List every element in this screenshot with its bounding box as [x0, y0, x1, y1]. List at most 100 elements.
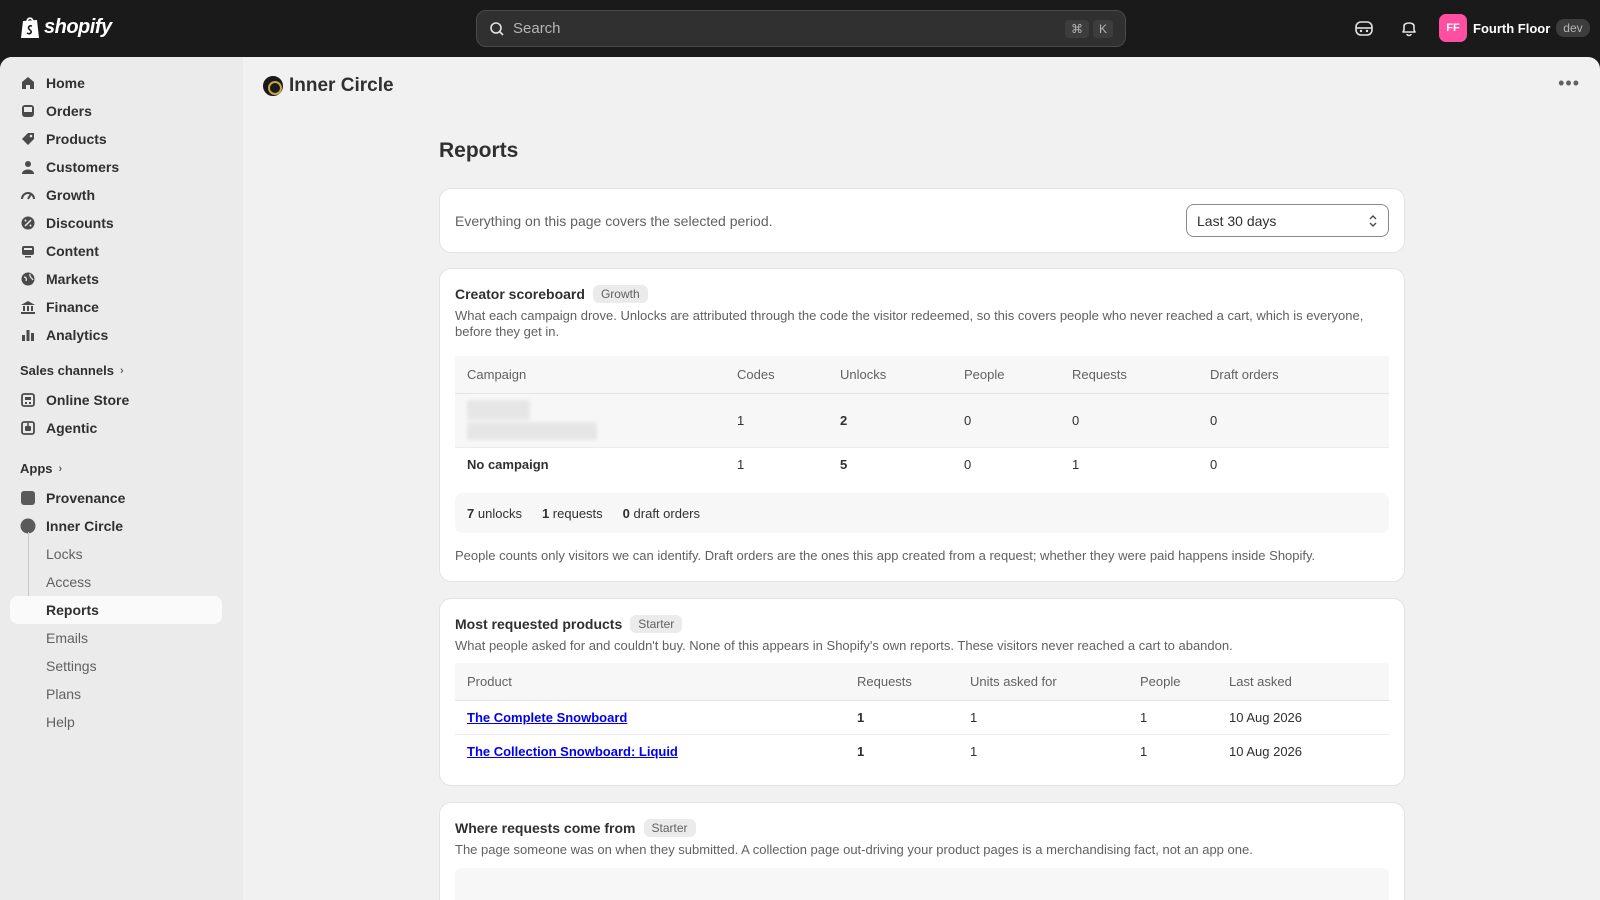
store-icon	[21, 393, 35, 407]
chevron-right-icon: ›	[58, 462, 63, 475]
sidebar-item-label: Content	[46, 243, 99, 259]
sidebar-item-markets[interactable]: Markets	[10, 265, 222, 293]
shortcut-k: K	[1092, 19, 1113, 38]
plan-tag: Starter	[643, 819, 696, 837]
dev-badge: dev	[1556, 19, 1590, 37]
codes-cell: 1	[725, 393, 828, 448]
sources-description: The page someone was on when they submit…	[455, 842, 1253, 857]
person-icon	[22, 161, 34, 174]
campaign-cell: No campaign	[467, 457, 549, 473]
requested-title: Most requested products	[455, 616, 623, 632]
codes-cell: 1	[737, 457, 745, 473]
sidebar-sub-settings[interactable]: Settings	[46, 652, 97, 680]
sources-title: Where requests come from	[455, 820, 636, 836]
discount-icon	[21, 216, 35, 230]
col-last-asked: Last asked	[1217, 663, 1389, 701]
sidebar-item-home[interactable]: Home	[10, 69, 222, 97]
app-title: Inner Circle	[289, 75, 394, 96]
select-arrows-icon	[1369, 215, 1377, 227]
sidebar-item-label: Agentic	[46, 420, 98, 436]
apps-header[interactable]: Apps ›	[20, 461, 62, 476]
product-link[interactable]: The Complete Snowboard	[467, 710, 627, 725]
requests-cell: 1	[845, 700, 958, 735]
sidebar-item-products[interactable]: Products	[10, 125, 222, 153]
apps-label: Apps	[20, 461, 53, 476]
sidebar-item-label: Customers	[46, 159, 120, 175]
bar-chart-icon	[22, 330, 34, 341]
sidebar-sub-access[interactable]: Access	[46, 568, 91, 596]
search-bar[interactable]: Search ⌘ K	[476, 10, 1126, 47]
scoreboard-title-row: Creator scoreboard Growth	[455, 285, 648, 303]
col-requests: Requests	[1060, 356, 1198, 394]
shortcut-cmd: ⌘	[1064, 19, 1089, 38]
sidebar-item-orders[interactable]: Orders	[10, 97, 222, 125]
sidebar-item-provenance[interactable]: Provenance	[10, 484, 222, 512]
total-drafts-number: 0	[622, 505, 630, 521]
drafts-cell: 0	[1198, 393, 1389, 448]
content-icon	[22, 246, 34, 258]
scoreboard-title: Creator scoreboard	[455, 286, 585, 302]
product-cell: The Complete Snowboard	[455, 700, 845, 735]
tag-icon	[22, 133, 34, 145]
inner-circle-logo-icon	[263, 76, 283, 96]
col-units: Units asked for	[958, 663, 1128, 701]
sidebar-item-customers[interactable]: Customers	[10, 153, 222, 181]
main-content: Inner Circle ••• Reports Everything on t…	[243, 57, 1600, 900]
sidebar-sub-locks[interactable]: Locks	[46, 540, 83, 568]
sidebar-item-label: Orders	[46, 103, 92, 119]
sidebar-item-online-store[interactable]: Online Store	[10, 386, 222, 414]
home-icon	[22, 77, 34, 89]
chevron-right-icon: ›	[119, 364, 124, 377]
plan-tag: Starter	[630, 615, 683, 633]
sidekick-icon[interactable]	[1353, 17, 1375, 39]
sources-title-row: Where requests come from Starter	[455, 819, 696, 837]
table-row[interactable]: 1 2 0 0 0	[455, 393, 1389, 448]
col-people: People	[952, 356, 1060, 394]
bank-icon	[21, 301, 35, 314]
gauge-icon	[21, 192, 35, 200]
sidebar-item-inner-circle[interactable]: Inner Circle	[10, 512, 222, 540]
people-cell: 1	[1128, 700, 1217, 735]
sidebar-sub-plans[interactable]: Plans	[46, 680, 81, 708]
sidebar: Home Orders Products Customers Growth Di…	[0, 57, 243, 900]
table-row[interactable]: No campaign 1 5 0 1 0	[455, 447, 1389, 482]
total-drafts: 0 draft orders	[623, 506, 700, 521]
col-draft-orders: Draft orders	[1198, 356, 1389, 394]
sidebar-item-growth[interactable]: Growth	[10, 181, 222, 209]
period-description: Everything on this page covers the selec…	[455, 213, 773, 229]
product-link[interactable]: The Collection Snowboard: Liquid	[467, 744, 678, 759]
people-cell: 0	[964, 457, 972, 473]
sidebar-item-label: Markets	[46, 271, 99, 287]
sidebar-item-analytics[interactable]: Analytics	[10, 321, 222, 349]
requested-title-row: Most requested products Starter	[455, 615, 683, 633]
sidebar-item-content[interactable]: Content	[10, 237, 222, 265]
scoreboard-table: Campaign Codes Unlocks People Requests D…	[455, 356, 1389, 482]
sources-table-header	[455, 868, 1389, 900]
account-menu[interactable]: FF Fourth Floor dev	[1439, 14, 1590, 42]
requested-description: What people asked for and couldn't buy. …	[455, 638, 1233, 653]
sidebar-sub-reports[interactable]: Reports	[10, 596, 222, 624]
sidebar-item-agentic[interactable]: Agentic	[10, 414, 222, 442]
total-unlocks: 7 unlocks	[467, 506, 522, 521]
sidebar-item-label: Analytics	[46, 327, 109, 343]
total-unlocks-label: unlocks	[477, 505, 522, 521]
sidebar-item-label: Discounts	[46, 215, 114, 231]
period-select[interactable]: Last 30 days	[1186, 204, 1389, 237]
period-selected-value: Last 30 days	[1197, 212, 1277, 229]
shopify-logo[interactable]: shopify	[20, 15, 112, 39]
total-requests: 1 requests	[542, 506, 603, 521]
globe-icon	[21, 272, 35, 286]
search-input[interactable]: Search	[513, 20, 1061, 37]
more-actions-button[interactable]: •••	[1558, 73, 1580, 94]
requests-cell: 0	[1060, 393, 1198, 448]
redacted-block	[467, 400, 530, 420]
people-cell: 0	[952, 393, 1060, 448]
sidebar-item-label: Inner Circle	[46, 518, 124, 534]
sidebar-sub-emails[interactable]: Emails	[46, 624, 88, 652]
sidebar-item-finance[interactable]: Finance	[10, 293, 222, 321]
unlocks-cell: 5	[840, 457, 848, 473]
sidebar-sub-help[interactable]: Help	[46, 708, 75, 736]
bell-icon[interactable]	[1398, 17, 1420, 39]
sales-channels-header[interactable]: Sales channels ›	[20, 363, 124, 378]
sidebar-item-discounts[interactable]: Discounts	[10, 209, 222, 237]
